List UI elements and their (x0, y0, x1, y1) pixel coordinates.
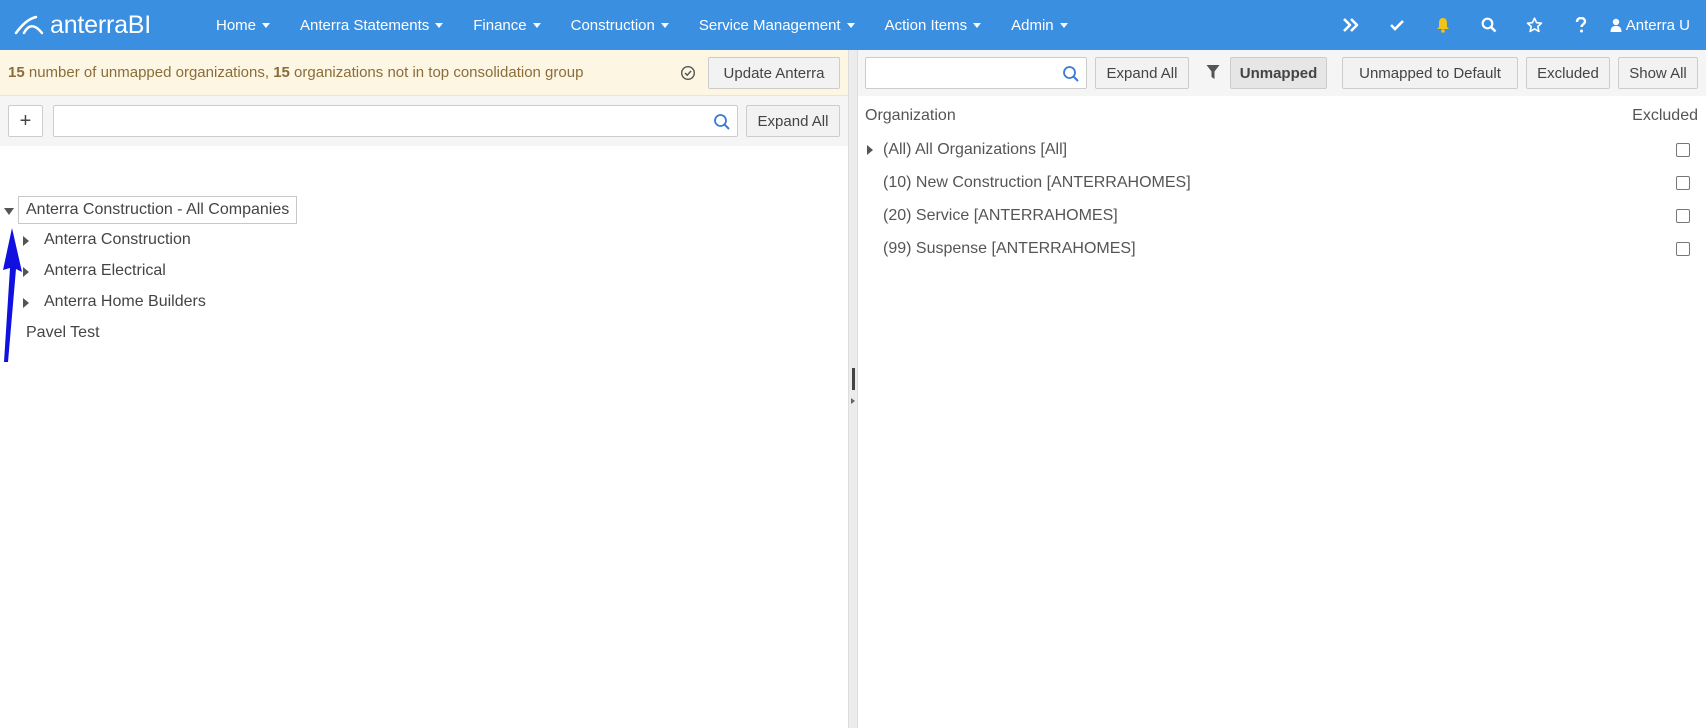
star-icon[interactable] (1512, 0, 1558, 50)
tree-node-label: Anterra Home Builders (44, 293, 206, 310)
table-row[interactable]: (99) Suspense [ANTERRAHOMES] (858, 233, 1706, 266)
expand-all-button[interactable]: Expand All (1095, 57, 1189, 89)
nav-service-management[interactable]: Service Management (691, 0, 863, 50)
unmapped-text: number of unmapped organizations, (28, 64, 270, 81)
tree-node-label: Anterra Electrical (44, 262, 166, 279)
user-label: Anterra U (1625, 16, 1690, 34)
nav-construction[interactable]: Construction (563, 0, 677, 50)
splitter-arrow-icon[interactable] (851, 398, 855, 404)
app-logo[interactable]: anterraBI (14, 11, 204, 40)
caret-down-icon (660, 22, 669, 28)
nav-anterra-statements-label: Anterra Statements (300, 16, 430, 34)
search-icon[interactable] (1466, 0, 1512, 50)
tree-node[interactable]: Anterra Construction (44, 231, 191, 249)
nav-home-label: Home (216, 16, 257, 34)
tree-node[interactable]: Anterra Home Builders (44, 293, 206, 311)
column-header-organization[interactable]: Organization (865, 107, 956, 125)
search-icon[interactable] (1062, 65, 1080, 83)
caret-down-icon (435, 22, 444, 28)
excluded-checkbox[interactable] (1676, 176, 1690, 190)
update-anterra-button[interactable]: Update Anterra (708, 57, 840, 89)
caret-down-icon (973, 22, 982, 28)
expand-all-button[interactable]: Expand All (746, 105, 840, 137)
collapse-triangle-icon[interactable] (4, 208, 14, 215)
nav-finance-label: Finance (473, 16, 527, 34)
table-row[interactable]: (10) New Construction [ANTERRAHOMES] (858, 167, 1706, 200)
annotation-arrow-icon (3, 228, 22, 362)
nav-action-items[interactable]: Action Items (877, 0, 990, 50)
logo-text: anterraBI (50, 10, 152, 39)
nav-construction-label: Construction (570, 16, 655, 34)
splitter-grip[interactable] (852, 368, 855, 390)
column-header-excluded[interactable]: Excluded (1632, 107, 1698, 125)
nav-finance[interactable]: Finance (465, 0, 548, 50)
nav-admin[interactable]: Admin (1003, 0, 1076, 50)
checkmark-icon[interactable] (1374, 0, 1420, 50)
excluded-filter-button[interactable]: Excluded (1526, 57, 1610, 89)
question-icon[interactable] (1558, 0, 1604, 50)
nav-service-management-label: Service Management (698, 16, 841, 34)
user-menu[interactable]: Anterra U (1604, 0, 1706, 50)
nav-anterra-statements[interactable]: Anterra Statements (292, 0, 451, 50)
caret-down-icon (532, 22, 541, 28)
expand-triangle-icon[interactable] (867, 145, 873, 155)
show-all-button[interactable]: Show All (1618, 57, 1698, 89)
table-row[interactable]: (All) All Organizations [All] (858, 134, 1706, 167)
unmapped-to-default-button[interactable]: Unmapped to Default (1342, 57, 1518, 89)
bell-icon[interactable] (1420, 0, 1466, 50)
nav-action-items-label: Action Items (884, 16, 968, 34)
excluded-checkbox[interactable] (1676, 143, 1690, 157)
nav-admin-label: Admin (1011, 16, 1054, 34)
table-row[interactable]: (20) Service [ANTERRAHOMES] (858, 200, 1706, 233)
nav-home[interactable]: Home (208, 0, 278, 50)
org-row-label: (99) Suspense [ANTERRAHOMES] (883, 240, 1136, 257)
tree-node-label: Anterra Construction (44, 231, 191, 248)
caret-down-icon (262, 22, 271, 28)
excluded-checkbox[interactable] (1676, 209, 1690, 223)
search-icon[interactable] (713, 113, 731, 131)
right-toolbar: Expand All Unmapped Unmapped to Default … (858, 50, 1706, 96)
right-pane: Expand All Unmapped Unmapped to Default … (858, 50, 1706, 728)
tree-root-label: Anterra Construction - All Companies (26, 201, 290, 218)
org-row-label: (20) Service [ANTERRAHOMES] (883, 207, 1118, 224)
tree-search-input[interactable] (54, 106, 737, 136)
tree-node[interactable]: Anterra Electrical (44, 262, 166, 280)
filter-icon (1206, 65, 1220, 79)
unmapped-filter-button[interactable]: Unmapped (1230, 57, 1327, 89)
excluded-checkbox[interactable] (1676, 242, 1690, 256)
check-circle-icon (680, 65, 696, 81)
user-icon (1610, 18, 1622, 32)
pane-splitter[interactable] (848, 50, 858, 728)
tree-node-label: Pavel Test (26, 324, 100, 341)
left-toolbar: + Expand All (0, 96, 848, 146)
org-search-input[interactable] (866, 58, 1086, 88)
left-pane: 15 number of unmapped organizations, 15 … (0, 50, 848, 728)
org-search-box (865, 57, 1087, 89)
anterra-logo-icon (14, 15, 44, 35)
tree-root-node[interactable]: Anterra Construction - All Companies (18, 196, 298, 224)
unmapped-banner: 15 number of unmapped organizations, 15 … (0, 50, 848, 96)
caret-down-icon (846, 22, 855, 28)
grid-header: Organization Excluded (858, 96, 1706, 134)
double-chevron-right-icon[interactable] (1328, 0, 1374, 50)
caret-down-icon (1059, 22, 1068, 28)
org-row-label: (10) New Construction [ANTERRAHOMES] (883, 174, 1191, 191)
top-navbar: anterraBI Home Anterra Statements Financ… (0, 0, 1706, 50)
org-row-label: (All) All Organizations [All] (883, 141, 1068, 158)
tree-search-box (53, 105, 738, 137)
add-button[interactable]: + (8, 105, 43, 137)
not-top-count: 15 (273, 64, 290, 81)
unmapped-count: 15 (8, 64, 25, 81)
not-top-text: organizations not in top consolidation g… (294, 64, 584, 81)
tree-node[interactable]: Pavel Test (26, 324, 100, 342)
